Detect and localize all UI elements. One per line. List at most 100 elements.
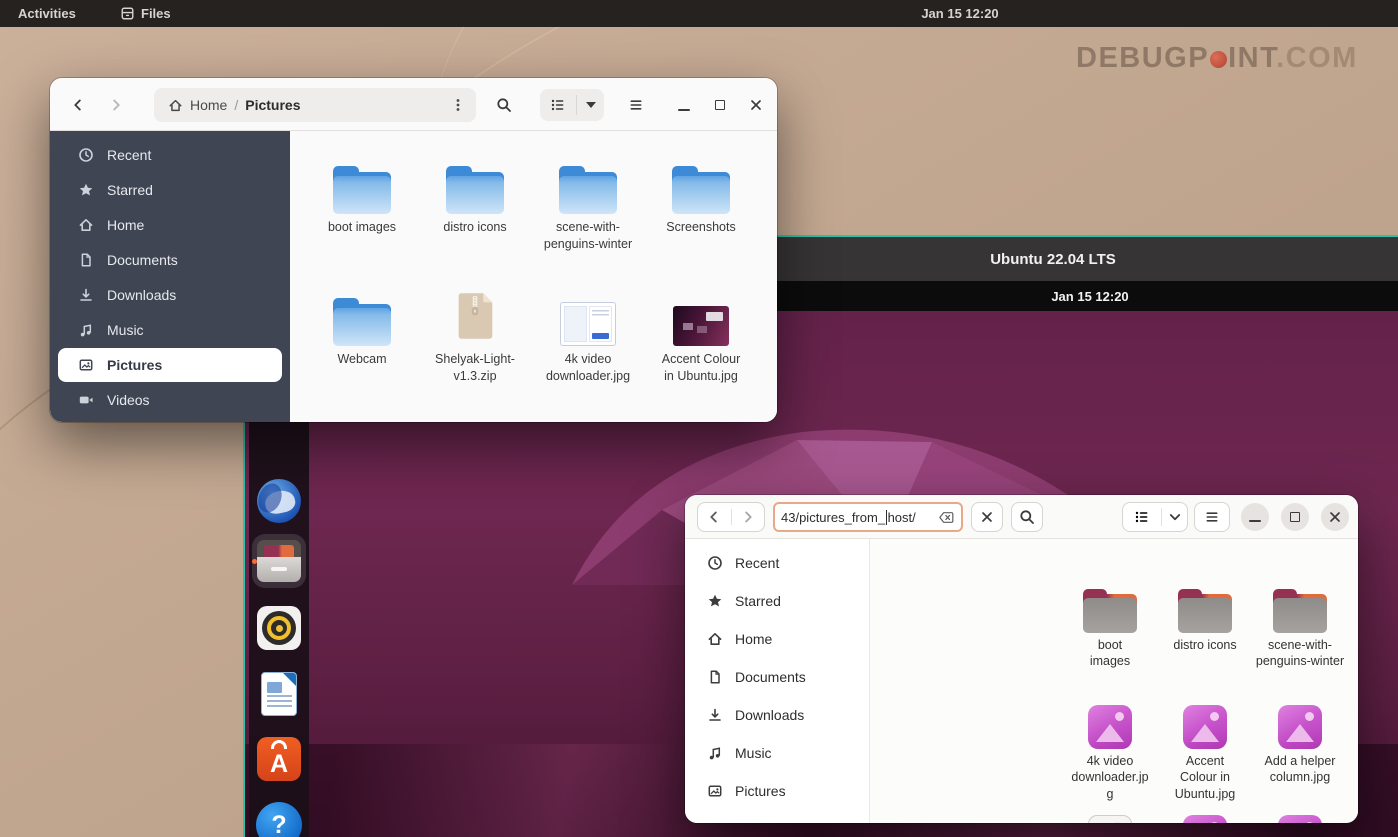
file-item[interactable]: After adding the formula.jpg [1350,701,1358,802]
file-item[interactable]: scene-with-penguins-winter [536,156,640,252]
sidebar-item-home[interactable]: Home [58,208,282,242]
close-button[interactable] [1321,503,1349,531]
file-item[interactable]: boot images [1064,585,1156,670]
file-item[interactable]: Screenshots [1350,585,1358,670]
file-item[interactable]: boot images [310,156,414,236]
file-label: scene-with-penguins-winter [536,219,640,252]
file-item[interactable]: blivet-gui fea [1350,811,1358,823]
search-button[interactable] [1011,502,1043,532]
view-toggle-split-button[interactable] [1122,502,1188,532]
maximize-button[interactable] [1281,503,1309,531]
sidebar-item-recent[interactable]: Recent [693,548,862,578]
sidebar-item-music[interactable]: Music [693,738,862,768]
dock-ubuntu-software-icon[interactable]: A [257,737,301,781]
folder-icon [446,166,504,214]
music-icon [78,322,94,338]
hamburger-menu-button[interactable] [622,91,650,119]
location-text: 43/pictures_from_ [781,510,885,525]
dropdown-arrow-icon [586,102,596,108]
home-icon [168,98,183,113]
minimize-button[interactable] [1241,503,1269,531]
file-label: scene-with-penguins-winter [1254,637,1346,670]
star-icon [78,182,94,198]
close-location-button[interactable] [971,502,1003,532]
maximize-button[interactable] [706,91,734,119]
file-item[interactable]: Webcam [310,288,414,368]
sidebar-item-music[interactable]: Music [58,313,282,347]
sidebar-item-pictures[interactable]: Pictures [58,348,282,382]
view-toggle-split-button[interactable] [540,89,604,121]
file-item[interactable]: 4k video downloader.jpg [1064,701,1156,802]
home-icon [707,631,723,647]
dock-rhythmbox-icon[interactable] [257,606,301,650]
dock-libreoffice-writer-icon[interactable] [261,672,297,716]
hamburger-icon [1204,509,1220,525]
sidebar-item-recent[interactable]: Recent [58,138,282,172]
path-segment-home[interactable]: Home [190,97,227,113]
file-item[interactable]: Asahi Linux [1064,811,1156,823]
path-bar[interactable]: Home / Pictures [154,88,476,122]
forward-button[interactable] [731,509,765,525]
sidebar-item-downloads[interactable]: Downloads [693,700,862,730]
sidebar-item-documents[interactable]: Documents [58,243,282,277]
chevron-down-icon [1167,509,1183,525]
file-item[interactable]: Accent Colour in Ubuntu.jpg [1159,701,1251,802]
dock-files-icon[interactable] [257,540,301,582]
location-text: host/ [888,510,916,525]
host-desktop: DEBUGPINT.COM Ubuntu 22.04 LTS Jan 15 12… [0,0,1398,837]
path-separator: / [234,97,238,113]
host-topbar: Activities Files Jan 15 12:20 [0,0,1398,27]
close-button[interactable] [742,91,770,119]
file-item[interactable]: Basic Title [1159,811,1251,823]
image-file-icon [1278,815,1322,823]
dock-thunderbird-icon[interactable] [257,479,301,523]
file-item[interactable]: distro icons [1159,585,1251,653]
hamburger-menu-button[interactable] [1194,502,1230,532]
location-input[interactable]: 43/pictures_from_host/ [773,502,963,532]
clock[interactable]: Jan 15 12:20 [921,0,998,27]
file-item[interactable]: scene-with-penguins-winter [1254,585,1346,670]
minimize-button[interactable] [670,91,698,119]
file-item[interactable]: Blackbox [1254,811,1346,823]
appmenu-files[interactable]: Files [120,0,171,27]
kebab-menu-icon[interactable] [450,97,466,113]
win2-headerbar[interactable]: 43/pictures_from_host/ [685,495,1358,539]
folder-icon [1083,589,1137,633]
dock-help-icon[interactable]: ? [256,802,302,837]
sidebar-item-downloads[interactable]: Downloads [58,278,282,312]
backspace-clear-icon[interactable] [938,511,955,524]
search-button[interactable] [490,91,518,119]
sidebar-item-starred[interactable]: Starred [58,173,282,207]
file-item[interactable]: distro icons [423,156,527,236]
vm-dock: A ? >_ [249,385,309,837]
vm-clock[interactable]: Jan 15 12:20 [1051,281,1128,311]
sidebar-item-home[interactable]: Home [693,624,862,654]
file-label: distro icons [423,219,527,236]
debugpoint-watermark: DEBUGPINT.COM [1076,42,1358,75]
image-file-icon [1278,705,1322,749]
nav-button-group [697,502,765,532]
list-view-icon [550,97,566,113]
file-item[interactable]: Add a helper column.jpg [1254,701,1346,786]
file-item[interactable]: Screenshots [649,156,753,236]
clock-icon [78,147,94,163]
file-label: boot images [1081,637,1139,670]
image-icon [707,783,723,799]
sidebar-item-videos[interactable]: Videos [58,383,282,417]
home-icon [78,217,94,233]
minimize-icon [678,109,690,111]
forward-button[interactable] [102,91,130,119]
file-item[interactable]: Shelyak-Light-v1.3.zip [423,288,527,384]
star-icon [707,593,723,609]
back-button[interactable] [698,509,731,525]
win1-headerbar[interactable]: Home / Pictures [50,78,777,131]
activities-button[interactable]: Activities [18,0,76,27]
sidebar-item-starred[interactable]: Starred [693,586,862,616]
file-item[interactable]: Accent Colour in Ubuntu.jpg [649,288,753,384]
list-view-icon [1134,509,1150,525]
sidebar-item-documents[interactable]: Documents [693,662,862,692]
sidebar-item-pictures[interactable]: Pictures [693,776,862,806]
file-item[interactable]: 4k video downloader.jpg [536,288,640,384]
path-segment-current[interactable]: Pictures [245,97,300,113]
back-button[interactable] [64,91,92,119]
